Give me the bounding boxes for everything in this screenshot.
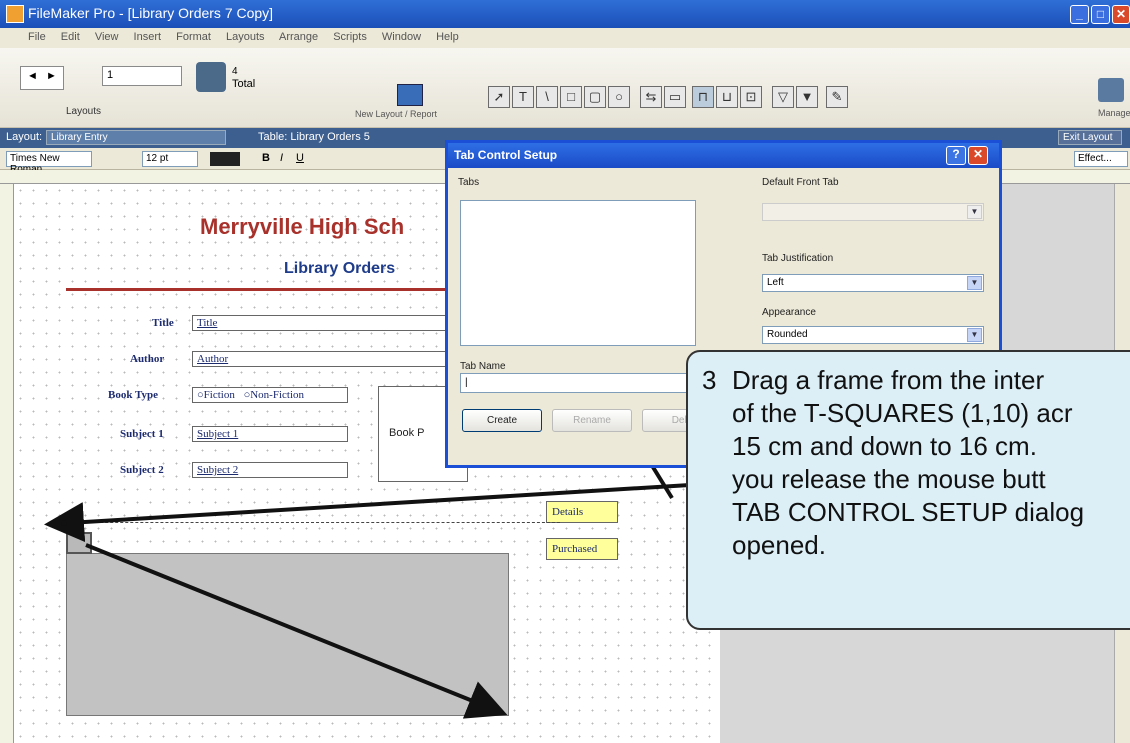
callout-line: opened.	[732, 530, 826, 560]
instruction-callout: 3 Drag a frame from the inter of the T-S…	[686, 350, 1130, 630]
tab-justification-label: Tab Justification	[762, 253, 834, 264]
step-number: 3	[702, 365, 717, 395]
create-button[interactable]: Create	[462, 409, 542, 432]
dialog-title: Tab Control Setup	[454, 148, 558, 162]
default-front-tab-label: Default Front Tab	[762, 177, 839, 188]
callout-line: 15 cm and down to 16 cm.	[732, 431, 1037, 461]
chevron-down-icon[interactable]: ▼	[967, 276, 982, 290]
appearance-value: Rounded	[767, 329, 808, 340]
tabs-list[interactable]	[460, 200, 696, 346]
arrow-to-frame-start	[44, 483, 691, 543]
callout-line: TAB CONTROL SETUP dialog	[732, 497, 1085, 527]
chevron-down-icon[interactable]: ▼	[967, 328, 982, 342]
callout-line: Drag a frame from the inter	[732, 365, 1045, 395]
frame-origin-dot	[61, 520, 67, 526]
tabs-label: Tabs	[458, 177, 480, 188]
rename-button[interactable]: Rename	[552, 409, 632, 432]
chevron-down-icon[interactable]: ▼	[967, 205, 982, 219]
dialog-close-button[interactable]: ✕	[968, 146, 988, 165]
default-front-tab-select[interactable]: ▼	[762, 203, 984, 221]
help-button[interactable]: ?	[946, 146, 966, 165]
appearance-select[interactable]: Rounded ▼	[762, 326, 984, 344]
arrow-drag-diagonal	[85, 543, 508, 719]
tab-name-label: Tab Name	[460, 361, 506, 372]
tab-justification-value: Left	[767, 277, 784, 288]
callout-line: you release the mouse butt	[732, 464, 1046, 494]
tab-justification-select[interactable]: Left ▼	[762, 274, 984, 292]
dialog-title-bar: Tab Control Setup	[448, 143, 999, 168]
callout-line: of the T-SQUARES (1,10) acr	[732, 398, 1073, 428]
appearance-label: Appearance	[762, 307, 816, 318]
